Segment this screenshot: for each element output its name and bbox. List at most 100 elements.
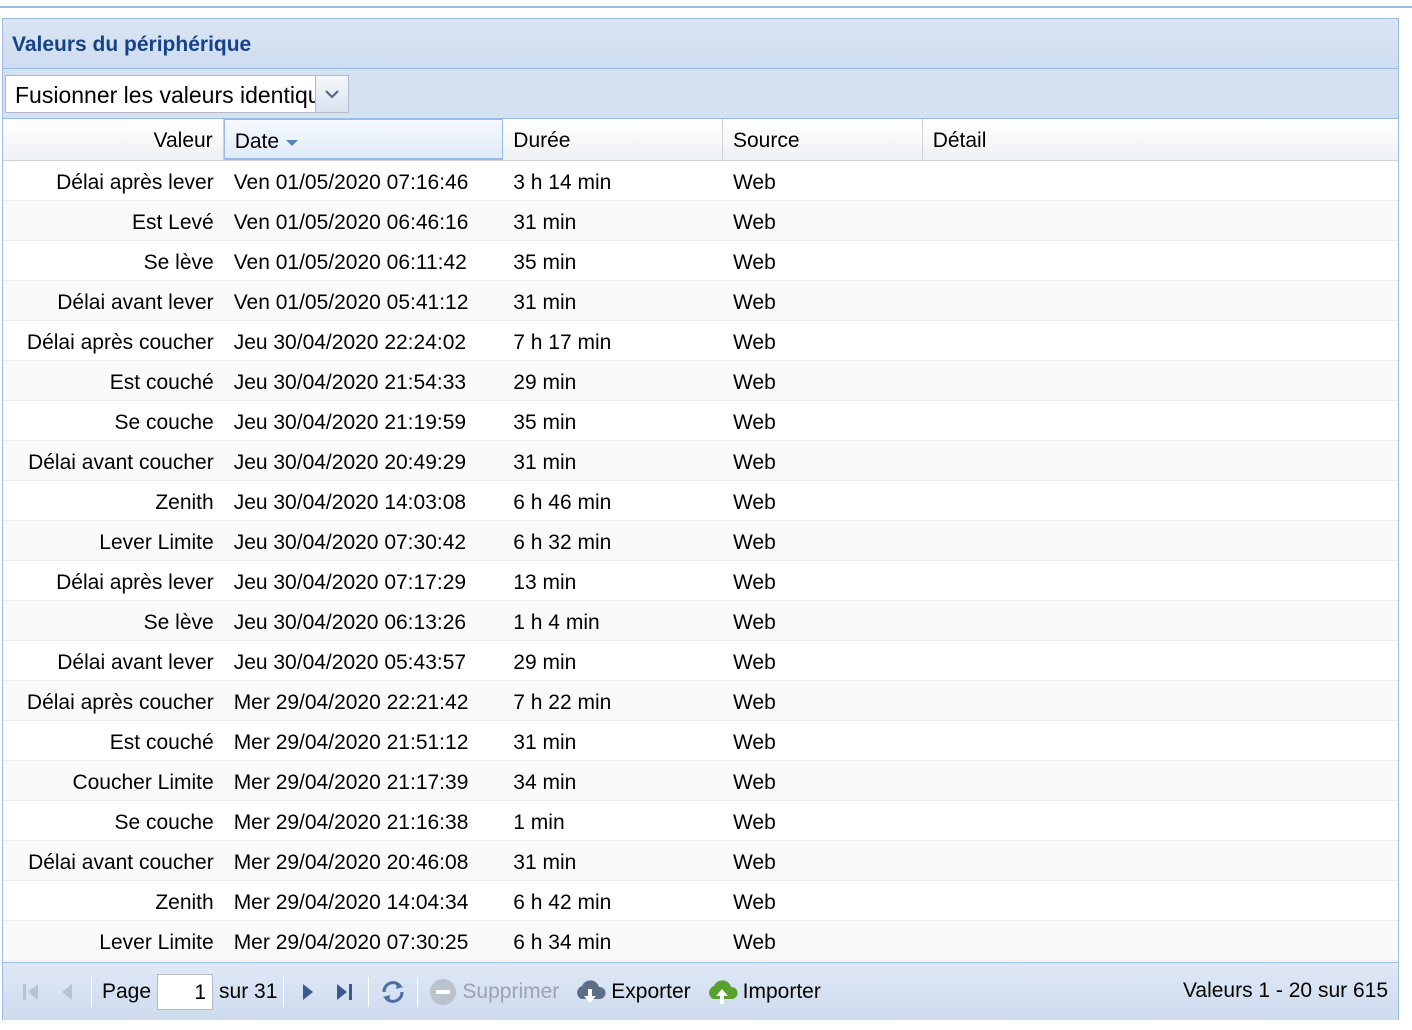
cell-source: Web <box>732 771 776 794</box>
first-page-button[interactable] <box>13 974 49 1010</box>
page-count-label: sur 31 <box>219 979 278 1003</box>
table-row[interactable]: Se lève Ven 01/05/2020 06:11:42 35 min Web <box>3 241 1398 281</box>
cell-valeur: Se lève <box>143 251 214 274</box>
cell-detail <box>923 361 1398 400</box>
cell-valeur: Délai après coucher <box>26 331 214 354</box>
sort-descending-icon <box>286 140 299 146</box>
grid-toolbar: Fusionner les valeurs identiques <box>3 69 1398 119</box>
panel-header: Valeurs du périphérique <box>3 19 1398 69</box>
table-row[interactable]: Délai avant lever Jeu 30/04/2020 05:43:57… <box>3 641 1398 681</box>
grid-header: Valeur Date Durée Source Détail <box>3 119 1398 161</box>
table-row[interactable]: Se couche Jeu 30/04/2020 21:19:59 35 min We… <box>3 401 1398 441</box>
cell-source: Web <box>732 451 776 474</box>
minus-circle-icon <box>430 978 457 1005</box>
cell-duree: 31 min <box>513 291 577 314</box>
cell-source: Web <box>732 571 776 594</box>
cell-date: Ven 01/05/2020 07:16:46 <box>233 171 469 194</box>
refresh-button[interactable] <box>375 974 411 1010</box>
cell-duree: 34 min <box>513 771 577 794</box>
table-row[interactable]: Se lève Jeu 30/04/2020 06:13:26 1 h 4 min W… <box>3 601 1398 641</box>
page-number-input[interactable]: 1 <box>157 973 214 1010</box>
table-row[interactable]: Se couche Mer 29/04/2020 21:16:38 1 min Web <box>3 801 1398 841</box>
last-page-button[interactable] <box>326 974 362 1010</box>
table-row[interactable]: Lever Limite Jeu 30/04/2020 07:30:42 6 h 3… <box>3 521 1398 561</box>
cell-source: Web <box>732 331 776 354</box>
device-values-panel: Valeurs du périphérique Fusionner les va… <box>2 18 1399 1020</box>
cell-detail <box>923 841 1398 880</box>
panel-title: Valeurs du périphérique <box>12 33 252 56</box>
cell-source: Web <box>732 531 776 554</box>
cell-valeur: Se couche <box>114 811 214 834</box>
cell-detail <box>923 601 1398 640</box>
cell-source: Web <box>732 291 776 314</box>
column-header-duree[interactable]: Durée <box>503 119 723 160</box>
separator <box>91 976 92 1007</box>
cell-date: Mer 29/04/2020 20:46:08 <box>233 851 469 874</box>
delete-button[interactable]: Supprimer <box>428 974 559 1010</box>
cell-duree: 29 min <box>513 371 577 394</box>
table-row[interactable]: Est couché Mer 29/04/2020 21:51:12 31 min W… <box>3 721 1398 761</box>
table-row[interactable]: Délai après lever Jeu 30/04/2020 07:17:29… <box>3 561 1398 601</box>
import-button[interactable]: Importer <box>705 974 821 1010</box>
cell-date: Mer 29/04/2020 22:21:42 <box>233 691 469 714</box>
cell-source: Web <box>732 891 776 914</box>
cell-source: Web <box>732 411 776 434</box>
cell-duree: 31 min <box>513 451 577 474</box>
cell-valeur: Zenith <box>155 891 214 914</box>
cell-date: Ven 01/05/2020 06:11:42 <box>233 251 467 274</box>
cell-duree: 3 h 14 min <box>513 171 612 194</box>
cell-duree: 6 h 34 min <box>513 931 612 954</box>
cell-valeur: Délai avant lever <box>57 651 214 674</box>
cloud-upload-icon <box>708 979 738 1004</box>
cell-valeur: Coucher Limite <box>72 771 214 794</box>
table-row[interactable]: Est Levé Ven 01/05/2020 06:46:16 31 min Web <box>3 201 1398 241</box>
cell-source: Web <box>732 491 776 514</box>
table-row[interactable]: Délai avant coucher Mer 29/04/2020 20:46:… <box>3 841 1398 881</box>
next-page-button[interactable] <box>290 974 326 1010</box>
cell-valeur: Lever Limite <box>99 531 214 554</box>
cell-source: Web <box>732 211 776 234</box>
column-header-valeur[interactable]: Valeur <box>3 119 224 160</box>
cell-date: Jeu 30/04/2020 14:03:08 <box>233 491 467 514</box>
cell-duree: 1 h 4 min <box>513 611 600 634</box>
column-header-detail[interactable]: Détail <box>923 119 1398 160</box>
cell-detail <box>923 801 1398 840</box>
column-header-source[interactable]: Source <box>723 119 923 160</box>
paging-toolbar: Page 1 sur 31 Supprimer Exporter Importe… <box>3 962 1398 1020</box>
cell-duree: 6 h 32 min <box>513 531 612 554</box>
paging-info: Valeurs 1 - 20 sur 615 <box>1182 979 1388 1002</box>
table-row[interactable]: Délai avant lever Ven 01/05/2020 05:41:12… <box>3 281 1398 321</box>
export-button[interactable]: Exporter <box>573 974 691 1010</box>
cell-date: Jeu 30/04/2020 20:49:29 <box>233 451 467 474</box>
cell-date: Ven 01/05/2020 05:41:12 <box>233 291 469 314</box>
cell-valeur: Est couché <box>109 371 214 394</box>
cell-source: Web <box>732 651 776 674</box>
cell-detail <box>923 481 1398 520</box>
table-row[interactable]: Délai après coucher Jeu 30/04/2020 22:24:… <box>3 321 1398 361</box>
cell-date: Jeu 30/04/2020 07:17:29 <box>233 571 467 594</box>
separator <box>417 976 419 1007</box>
cloud-download-icon <box>577 979 606 1003</box>
table-row[interactable]: Délai avant coucher Jeu 30/04/2020 20:49:… <box>3 441 1398 481</box>
chevron-down-icon[interactable] <box>315 75 349 113</box>
cell-duree: 31 min <box>513 211 577 234</box>
cell-date: Mer 29/04/2020 14:04:34 <box>233 891 469 914</box>
table-row[interactable]: Zenith Jeu 30/04/2020 14:03:08 6 h 46 min W… <box>3 481 1398 521</box>
column-header-date[interactable]: Date <box>223 119 504 160</box>
cell-duree: 35 min <box>513 251 577 274</box>
cell-date: Jeu 30/04/2020 07:30:42 <box>233 531 467 554</box>
cell-valeur: Se lève <box>143 611 214 634</box>
cell-date: Mer 29/04/2020 07:30:25 <box>233 931 469 954</box>
previous-page-button[interactable] <box>49 974 85 1010</box>
cell-detail <box>923 521 1398 560</box>
merge-values-combo[interactable]: Fusionner les valeurs identiques <box>5 75 349 113</box>
merge-values-input[interactable]: Fusionner les valeurs identiques <box>5 75 315 113</box>
table-row[interactable]: Coucher Limite Mer 29/04/2020 21:17:39 34 … <box>3 761 1398 801</box>
cell-duree: 6 h 42 min <box>513 891 612 914</box>
cell-detail <box>923 881 1398 920</box>
table-row[interactable]: Lever Limite Mer 29/04/2020 07:30:25 6 h 3… <box>3 921 1398 961</box>
table-row[interactable]: Est couché Jeu 30/04/2020 21:54:33 29 min W… <box>3 361 1398 401</box>
table-row[interactable]: Délai après coucher Mer 29/04/2020 22:21:… <box>3 681 1398 721</box>
table-row[interactable]: Zenith Mer 29/04/2020 14:04:34 6 h 42 min W… <box>3 881 1398 921</box>
table-row[interactable]: Délai après lever Ven 01/05/2020 07:16:46… <box>3 161 1398 201</box>
